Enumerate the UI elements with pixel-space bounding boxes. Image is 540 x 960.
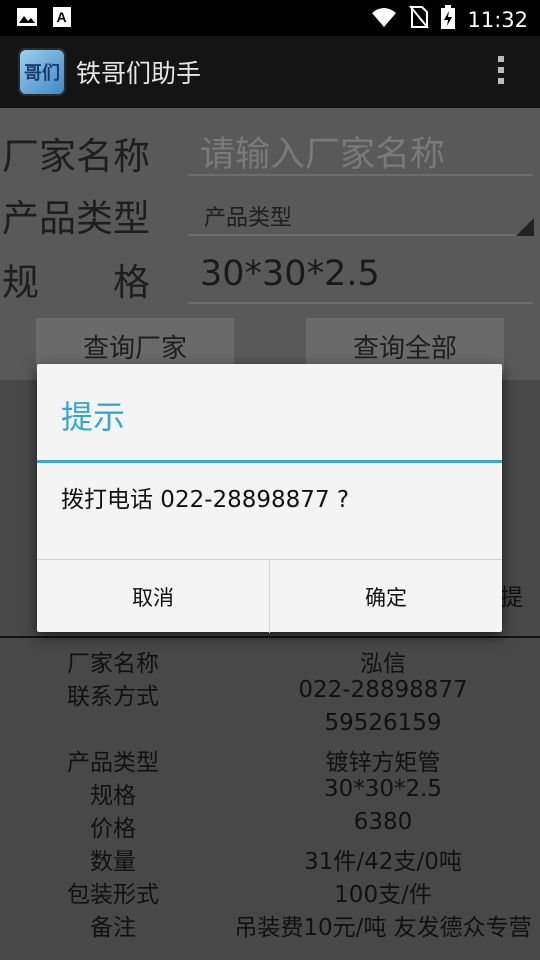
- dialog-button-bar: 取消 确定: [37, 559, 502, 633]
- dialog-message: 拨打电话 022-28898877 ?: [61, 487, 350, 513]
- cancel-button[interactable]: 取消: [37, 560, 270, 633]
- confirm-call-dialog: 提示 拨打电话 022-28898877 ? 取消 确定: [37, 364, 502, 633]
- confirm-button[interactable]: 确定: [270, 560, 502, 633]
- dialog-title-divider: [37, 460, 502, 463]
- dialog-title: 提示: [61, 398, 126, 436]
